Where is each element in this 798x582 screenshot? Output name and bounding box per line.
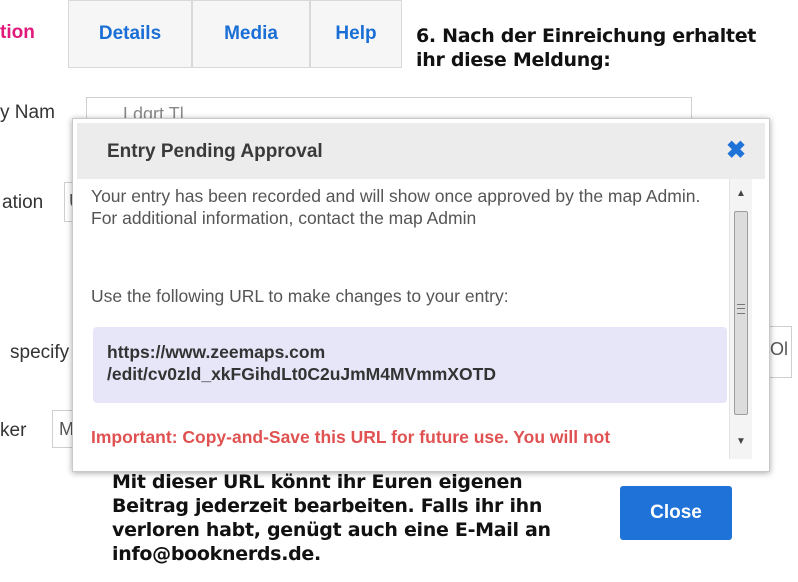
dialog-title: Entry Pending Approval [107, 141, 323, 162]
dialog-url-intro: Use the following URL to make changes to… [91, 286, 509, 306]
close-icon[interactable]: ✖ [723, 138, 749, 164]
tab-divider [68, 67, 402, 68]
annotation-step-6: 6. Nach der Einreichung erhaltet ihr die… [416, 25, 757, 71]
edit-url[interactable]: https://www.zeemaps.com /edit/cv0zld_xkF… [107, 341, 496, 385]
specify-label: specify [10, 342, 70, 363]
scroll-down-arrow-icon[interactable]: ▼ [734, 435, 748, 449]
close-button[interactable]: Close [620, 486, 732, 540]
location-label: ation [2, 192, 44, 213]
tab-media[interactable]: Media [192, 0, 310, 68]
scroll-up-arrow-icon[interactable]: ▲ [734, 187, 748, 201]
entry-pending-dialog: Entry Pending Approval ✖ Your entry has … [72, 118, 770, 472]
dialog-intro-text: Your entry has been recorded and will sh… [91, 186, 701, 228]
dialog-body: Your entry has been recorded and will sh… [91, 183, 727, 457]
tab-details[interactable]: Details [68, 0, 192, 68]
annotation-url-info: Mit dieser URL könnt ihr Euren eigenen B… [112, 471, 551, 565]
grip-icon [737, 304, 745, 314]
edit-url-line-2: /edit/cv0zld_xkFGihdLt0C2uJmM4MVmmXOTD [107, 364, 496, 384]
edit-url-line-1: https://www.zeemaps.com [107, 342, 326, 362]
tab-bar: tion Details Media Help [0, 0, 402, 68]
dialog-header: Entry Pending Approval ✖ [77, 123, 765, 179]
entry-name-label: y Nam [0, 102, 55, 123]
tab-location[interactable]: tion [0, 0, 68, 68]
scrollbar-thumb[interactable] [734, 211, 748, 415]
dialog-scrollbar[interactable]: ▲ ▼ [729, 179, 752, 459]
edit-url-box[interactable]: https://www.zeemaps.com /edit/cv0zld_xkF… [93, 327, 727, 403]
tab-help[interactable]: Help [310, 0, 402, 68]
marker-label: ker [0, 420, 27, 441]
important-notice: Important: Copy-and-Save this URL for fu… [91, 427, 611, 447]
